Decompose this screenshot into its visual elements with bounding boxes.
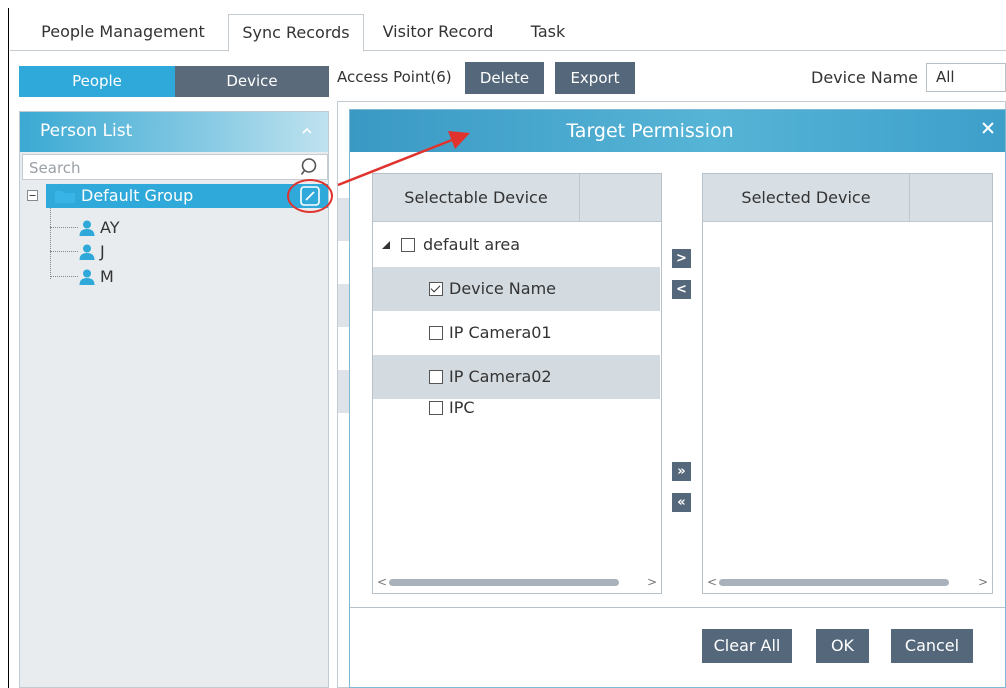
target-permission-dialog: Target Permission Selectable Device defa… — [349, 109, 1006, 688]
selectable-device-header: Selectable Device — [373, 174, 661, 222]
tab-sync-records[interactable]: Sync Records — [228, 14, 364, 52]
tree-person-item[interactable]: AY — [50, 216, 250, 240]
device-name-value: All — [936, 68, 955, 86]
person-icon — [79, 244, 95, 260]
selectable-device-column: Selectable Device — [373, 174, 580, 222]
person-icon — [79, 220, 95, 236]
horizontal-scrollbar[interactable]: < > — [703, 571, 992, 593]
device-label: Device Name — [449, 279, 557, 298]
device-checkbox[interactable] — [429, 282, 443, 296]
tree-group-default[interactable]: Default Group — [24, 179, 333, 213]
person-name: J — [100, 242, 105, 261]
person-list-header: Person List — [20, 112, 328, 152]
move-left-button[interactable]: < — [672, 280, 691, 299]
selectable-device-panel: Selectable Device default area Device Na… — [372, 173, 662, 594]
move-all-left-button[interactable]: « — [672, 493, 691, 512]
scrollbar-thumb[interactable] — [389, 579, 619, 586]
access-point-count: Access Point(6) — [337, 68, 452, 86]
person-name: AY — [100, 218, 120, 237]
device-toggle-button[interactable]: Device — [175, 66, 329, 97]
people-toggle-button[interactable]: People — [19, 66, 175, 97]
person-list-panel: Person List Search Default Group AY J M — [19, 111, 333, 688]
tab-visitor-record[interactable]: Visitor Record — [376, 14, 500, 51]
person-list-title: Person List — [40, 121, 133, 141]
search-input[interactable]: Search — [22, 154, 328, 180]
device-label: IP Camera02 — [449, 367, 552, 386]
device-label: IPC — [449, 398, 475, 417]
tab-people-management[interactable]: People Management — [32, 14, 214, 51]
tree-connector — [50, 276, 78, 277]
collapse-node-icon[interactable] — [27, 190, 38, 201]
people-device-toggle: People Device — [19, 66, 329, 97]
export-button[interactable]: Export — [555, 62, 635, 94]
dialog-footer: Clear All OK Cancel — [350, 607, 1005, 687]
tree-person-item[interactable]: M — [50, 265, 250, 289]
device-checkbox[interactable] — [429, 401, 443, 415]
window-edge — [8, 8, 9, 688]
tree-group-label: Default Group — [81, 186, 194, 205]
clear-all-button[interactable]: Clear All — [702, 629, 792, 663]
move-all-right-button[interactable]: » — [672, 462, 691, 481]
scroll-right-icon[interactable]: > — [647, 575, 657, 589]
area-label: default area — [423, 235, 521, 254]
folder-icon — [55, 191, 75, 203]
area-checkbox[interactable] — [401, 238, 415, 252]
dialog-title: Target Permission — [566, 120, 734, 142]
close-icon[interactable] — [981, 121, 995, 135]
ok-button[interactable]: OK — [816, 629, 869, 663]
area-row[interactable]: default area — [373, 223, 660, 267]
top-tab-bar: People Management Sync Records Visitor R… — [10, 14, 1006, 52]
device-row[interactable]: IP Camera01 — [373, 311, 660, 355]
device-row[interactable]: IP Camera02 — [373, 355, 660, 399]
move-right-button[interactable]: > — [672, 249, 691, 268]
horizontal-scrollbar[interactable]: < > — [373, 571, 661, 593]
person-icon — [79, 269, 95, 285]
device-label: IP Camera01 — [449, 323, 552, 342]
scroll-left-icon[interactable]: < — [377, 575, 387, 589]
tree-connector — [50, 227, 78, 228]
scrollbar-thumb[interactable] — [719, 579, 949, 586]
selected-device-panel: Selected Device < > — [702, 173, 993, 594]
device-row[interactable]: IPC — [373, 395, 660, 425]
expand-triangle-icon[interactable] — [381, 240, 391, 250]
dialog-header: Target Permission — [350, 110, 1005, 152]
search-icon[interactable] — [300, 157, 320, 177]
scroll-right-icon[interactable]: > — [978, 575, 988, 589]
annotation-circle — [287, 179, 333, 213]
device-name-select[interactable]: All — [926, 63, 1006, 92]
delete-button[interactable]: Delete — [465, 62, 544, 94]
person-name: M — [100, 267, 114, 286]
tree-connector — [50, 251, 78, 252]
device-checkbox[interactable] — [429, 326, 443, 340]
scroll-left-icon[interactable]: < — [707, 575, 717, 589]
search-placeholder: Search — [29, 159, 81, 177]
cancel-button[interactable]: Cancel — [891, 629, 973, 663]
chevron-up-icon[interactable] — [300, 124, 314, 138]
tree-person-item[interactable]: J — [50, 240, 250, 264]
tab-task[interactable]: Task — [518, 14, 578, 51]
selected-device-header: Selected Device — [703, 174, 992, 222]
selected-device-column: Selected Device — [703, 174, 910, 222]
device-name-label: Device Name — [811, 68, 919, 87]
device-row[interactable]: Device Name — [373, 267, 660, 311]
device-checkbox[interactable] — [429, 370, 443, 384]
page: People Management Sync Records Visitor R… — [0, 0, 1006, 688]
